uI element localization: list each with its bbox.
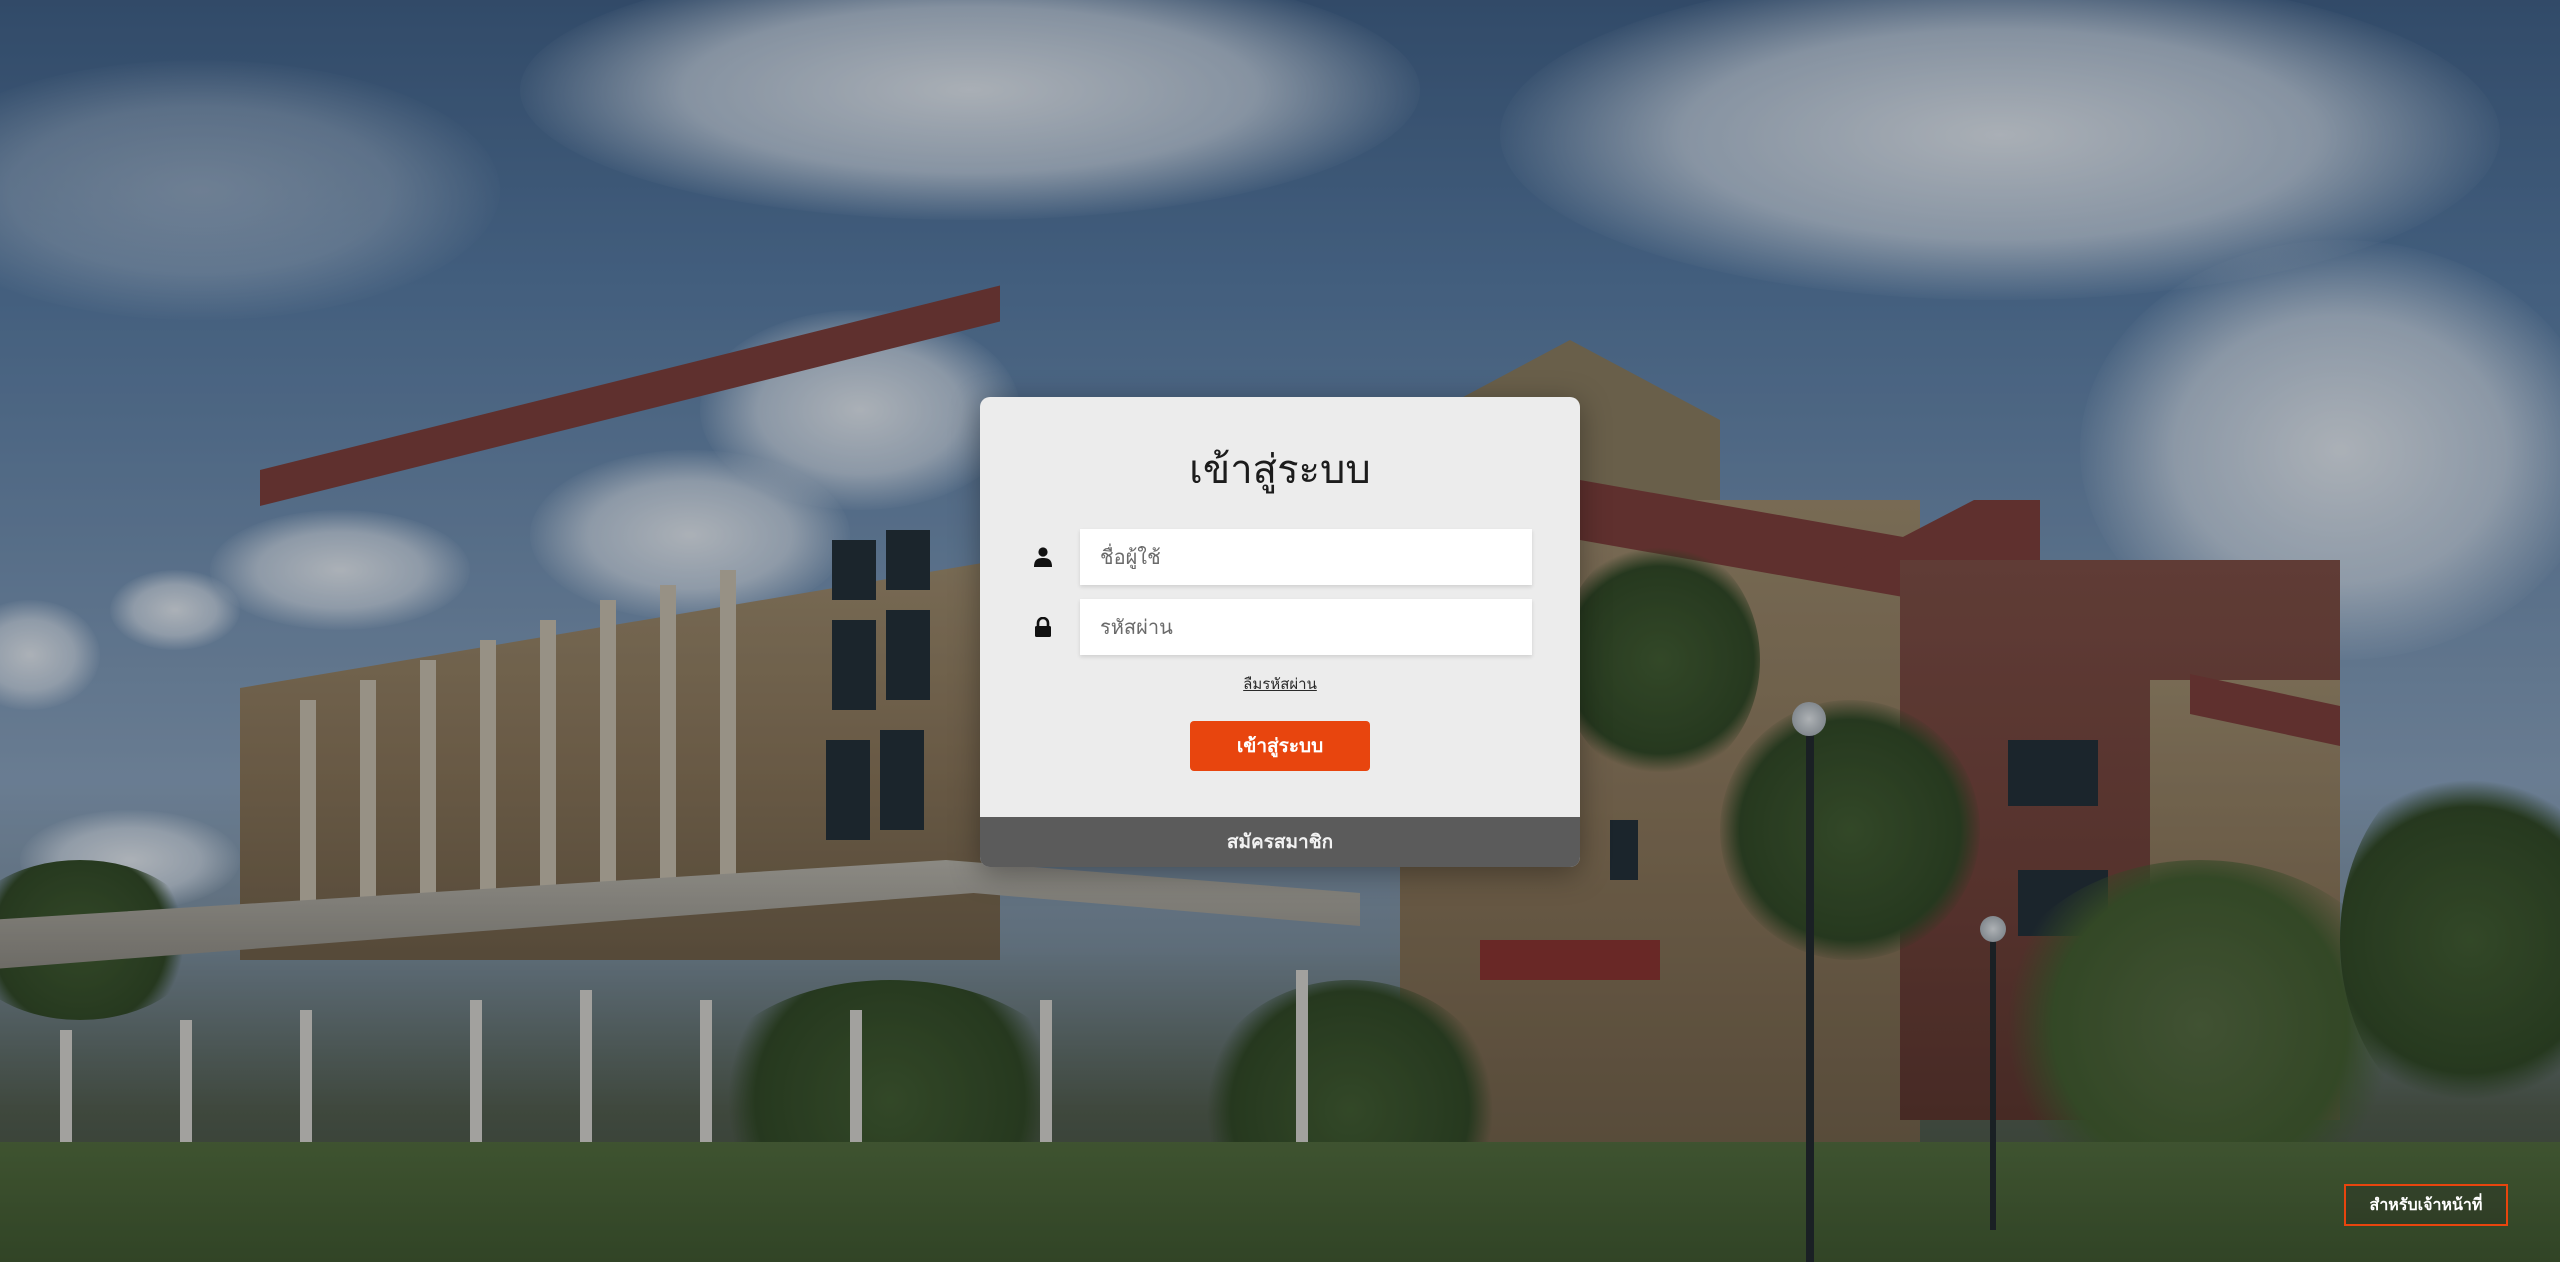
password-input[interactable] — [1080, 599, 1532, 655]
username-row — [1028, 529, 1532, 585]
forgot-password-link[interactable]: ลืมรหัสผ่าน — [980, 672, 1580, 696]
staff-login-button[interactable]: สำหรับเจ้าหน้าที่ — [2344, 1184, 2508, 1226]
login-button[interactable]: เข้าสู่ระบบ — [1190, 721, 1370, 771]
login-card: เข้าสู่ระบบ ลืมรหัสผ่าน เข้าสู่ระบบ สมัค… — [980, 397, 1580, 867]
register-button[interactable]: สมัครสมาชิก — [980, 817, 1580, 867]
user-icon — [1028, 529, 1058, 585]
lock-icon — [1028, 599, 1058, 655]
password-row — [1028, 599, 1532, 655]
login-title: เข้าสู่ระบบ — [1189, 447, 1371, 493]
username-input[interactable] — [1080, 529, 1532, 585]
